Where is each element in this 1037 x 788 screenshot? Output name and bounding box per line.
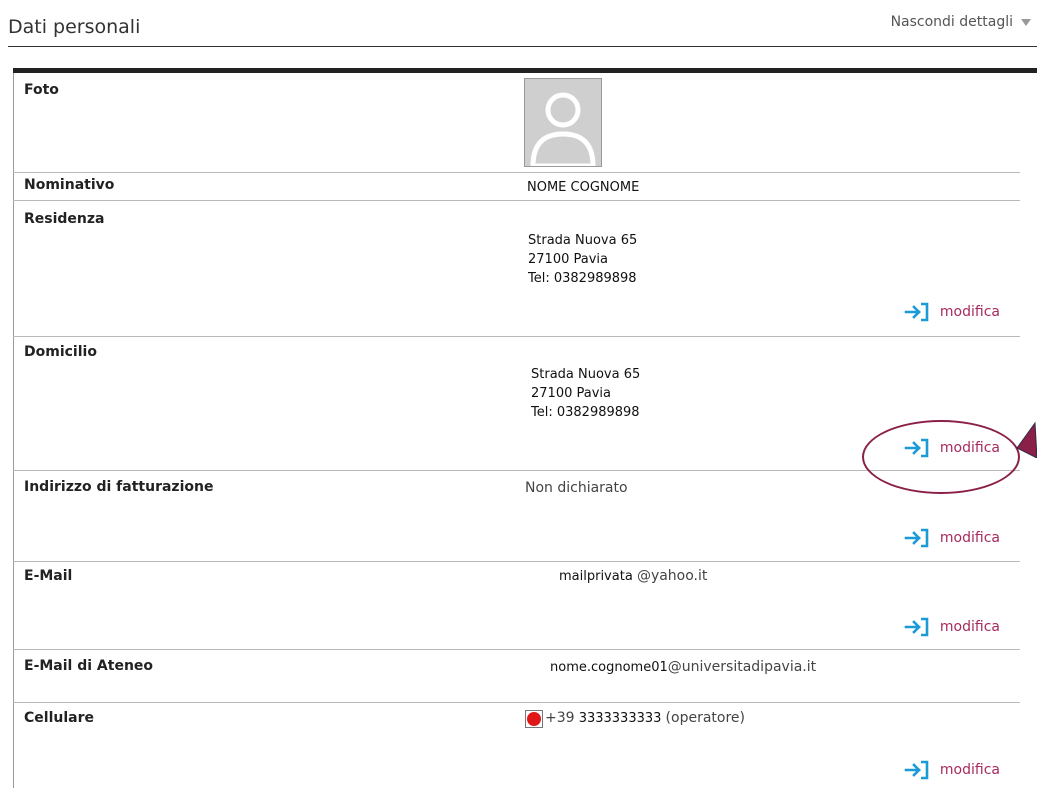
- residence-city: 27100 Pavia: [528, 252, 608, 267]
- billing-label: Indirizzo di fatturazione: [24, 479, 214, 495]
- mobile-number: 3333333333: [578, 711, 662, 726]
- enter-arrow-icon: [904, 528, 929, 548]
- email-user: mailprivata: [559, 569, 633, 584]
- mobile-edit-label: modifica: [939, 762, 1000, 778]
- hide-details-toggle[interactable]: Nascondi dettagli: [891, 14, 1031, 30]
- caret-down-icon: [1021, 18, 1031, 26]
- email-value: mailprivata @yahoo.it: [559, 567, 707, 586]
- enter-arrow-icon: [904, 617, 929, 637]
- residence-label: Residenza: [24, 211, 105, 227]
- pointer-arrow-annotation: [1016, 421, 1037, 458]
- enter-arrow-icon: [904, 438, 929, 458]
- residence-address: Strada Nuova 65 27100 Pavia Tel: 0382989…: [528, 231, 637, 288]
- residence-edit-link[interactable]: modifica: [904, 302, 1000, 322]
- email-label: E-Mail: [24, 568, 73, 584]
- university-email-domain: @universitadipavia.it: [667, 659, 817, 675]
- mobile-edit-link[interactable]: modifica: [904, 760, 1000, 780]
- email-domain: @yahoo.it: [636, 568, 708, 584]
- email-edit-label: modifica: [939, 619, 1000, 635]
- email-edit-link[interactable]: modifica: [904, 617, 1000, 637]
- header-divider: [8, 46, 1037, 47]
- row-name: Nominativo NOME COGNOME: [13, 173, 1020, 201]
- row-mobile: Cellulare +39 3333333333 (operatore) mod…: [13, 703, 1020, 788]
- billing-edit-label: modifica: [939, 530, 1000, 546]
- row-university-email: E-Mail di Ateneo nome.cognome01@universi…: [13, 650, 1020, 703]
- user-silhouette-icon: [525, 79, 601, 166]
- name-label: Nominativo: [24, 177, 115, 193]
- page-title: Dati personali: [8, 16, 141, 38]
- row-billing-address: Indirizzo di fatturazione Non dichiarato…: [13, 471, 1020, 562]
- university-email-user: nome.cognome01: [550, 660, 668, 675]
- domicile-address: Strada Nuova 65 27100 Pavia Tel: 0382989…: [531, 365, 640, 422]
- row-photo: Foto: [13, 73, 1020, 173]
- domicile-city: 27100 Pavia: [531, 386, 611, 401]
- mobile-value: +39 3333333333 (operatore): [525, 709, 745, 728]
- row-residence: Residenza Strada Nuova 65 27100 Pavia Te…: [13, 201, 1020, 337]
- row-domicile: Domicilio Strada Nuova 65 27100 Pavia Te…: [13, 337, 1020, 471]
- mobile-operator: (operatore): [665, 710, 745, 726]
- domicile-edit-label: modifica: [939, 440, 1000, 456]
- photo-label: Foto: [24, 82, 59, 98]
- enter-arrow-icon: [904, 302, 929, 322]
- flag-icon: [525, 709, 543, 728]
- university-email-label: E-Mail di Ateneo: [24, 658, 154, 674]
- domicile-label: Domicilio: [24, 344, 97, 360]
- billing-value: Non dichiarato: [525, 480, 628, 496]
- row-email: E-Mail mailprivata @yahoo.it modifica: [13, 562, 1020, 650]
- name-value: NOME COGNOME: [527, 180, 640, 195]
- domicile-street: Strada Nuova 65: [531, 367, 641, 382]
- domicile-phone: Tel: 0382989898: [531, 405, 640, 420]
- billing-edit-link[interactable]: modifica: [904, 528, 1000, 548]
- residence-phone: Tel: 0382989898: [528, 271, 637, 286]
- mobile-label: Cellulare: [24, 710, 94, 726]
- mobile-prefix: +39: [545, 710, 575, 726]
- domicile-edit-link[interactable]: modifica: [904, 438, 1000, 458]
- section-header: Dati personali Nascondi dettagli: [0, 0, 1037, 48]
- enter-arrow-icon: [904, 760, 929, 780]
- university-email-value: nome.cognome01@universitadipavia.it: [550, 658, 816, 677]
- residence-street: Strada Nuova 65: [528, 233, 638, 248]
- residence-edit-label: modifica: [939, 304, 1000, 320]
- avatar: [524, 78, 602, 167]
- hide-details-label: Nascondi dettagli: [890, 14, 1013, 30]
